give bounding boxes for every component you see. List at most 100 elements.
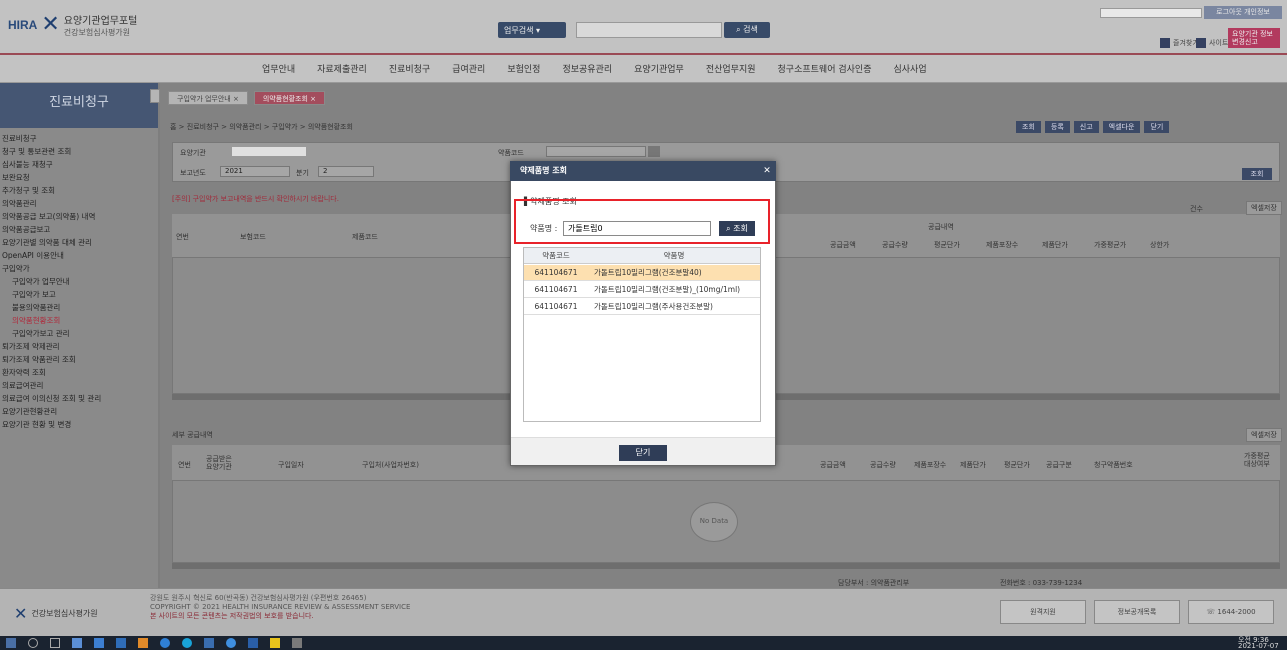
sidebar-item[interactable]: 진료비청구 — [0, 132, 158, 145]
user-info-field — [1100, 8, 1202, 18]
tab-drug-status[interactable]: 의약품현황조회 × — [253, 91, 326, 105]
favorites-link[interactable]: 즐겨찾기 — [1160, 36, 1199, 49]
sidebar-item[interactable]: 청구 및 통보관련 조회 — [0, 145, 158, 158]
app-icon[interactable] — [292, 638, 302, 648]
sidebar-subitem[interactable]: 구입약가 업무안내 — [0, 275, 158, 288]
browser-icon[interactable] — [182, 638, 192, 648]
nav-item[interactable]: 업무안내 — [262, 62, 295, 75]
search-icon[interactable] — [28, 638, 38, 648]
modal-close-button[interactable]: 닫기 — [619, 445, 667, 461]
table-row[interactable]: 641104671 가돌트립10밀리그램(주사용건조분말) — [524, 299, 760, 315]
logout-link[interactable]: 로그아웃 개인정보 — [1204, 6, 1282, 19]
app-icon[interactable] — [72, 638, 82, 648]
table-row[interactable]: 641104671 가돌트립10밀리그램(건조분말)_(10mg/1ml) — [524, 282, 760, 298]
close-page-button[interactable]: 닫기 — [1144, 121, 1170, 133]
tab-purchase-guide[interactable]: 구입약가 업무안내 × — [168, 91, 248, 105]
search-category-select[interactable]: 업무검색 ▾ — [498, 22, 566, 38]
grid-header: 제품포장수 — [914, 461, 947, 469]
institution-field[interactable] — [232, 147, 306, 156]
footer-copyright: COPYRIGHT © 2021 HEALTH INSURANCE REVIEW… — [150, 603, 411, 611]
nav-item[interactable]: 요양기관업무 — [634, 62, 684, 75]
remote-support-button[interactable]: 원격지원 — [1000, 600, 1086, 624]
grid-header: 구입일자 — [278, 461, 304, 469]
column-header: 약품명 — [663, 251, 685, 260]
year-select[interactable]: 2021 — [220, 166, 290, 177]
sidebar-item[interactable]: 요양기관현황관리 — [0, 405, 158, 418]
callcenter-number: ☏ 1644-2000 — [1188, 600, 1274, 624]
app-icon[interactable] — [138, 638, 148, 648]
table-row[interactable]: 641104671 가돌트립10밀리그램(건조분말40) — [524, 265, 760, 281]
drug-name-input[interactable] — [563, 221, 711, 236]
sidebar-subitem[interactable]: 구입약가보고 관리 — [0, 327, 158, 340]
grid-header: 공급구분 — [1046, 461, 1072, 469]
quarter-select[interactable]: 2 — [318, 166, 374, 177]
report-button[interactable]: 신고 — [1073, 121, 1099, 133]
grid-header: 가중평균 대상여부 — [1244, 452, 1270, 468]
nav-item[interactable]: 정보공유관리 — [562, 62, 612, 75]
modal-search-button[interactable]: ⌕ 조회 — [719, 221, 755, 236]
nav-item[interactable]: 보험인정 — [507, 62, 540, 75]
sidebar-item[interactable]: 심사불능 재청구 — [0, 158, 158, 171]
query-button[interactable]: 조회 — [1016, 121, 1041, 133]
grid-header: 제품포장수 — [986, 241, 1019, 249]
filter-label: 요양기관 — [180, 149, 206, 157]
nav-item[interactable]: 전산업무지원 — [706, 62, 756, 75]
sidebar-item[interactable]: 의료급여 이의신청 조회 및 관리 — [0, 392, 158, 405]
filter-label: 보고년도 — [180, 169, 206, 177]
excel-export-button[interactable]: 엑셀저장 — [1246, 428, 1282, 442]
nav-item[interactable]: 청구소프트웨어 검사인증 — [778, 62, 872, 75]
nav-item[interactable]: 진료비청구 — [389, 62, 430, 75]
sidebar-subitem[interactable]: 불용의약품관리 — [0, 301, 158, 314]
edge-browser-icon[interactable] — [160, 638, 170, 648]
drug-result-header: 약품코드 약품명 — [524, 248, 760, 264]
drug-code-field[interactable] — [546, 146, 646, 157]
search-input[interactable] — [576, 22, 722, 38]
sidebar-item[interactable]: 의약품공급 보고(의약품) 내역 — [0, 210, 158, 223]
grid-header: 보험코드 — [240, 233, 266, 241]
sidebar-subitem[interactable]: 구입약가 보고 — [0, 288, 158, 301]
sidebar-item[interactable]: 퇴가조제 약품관리 조회 — [0, 353, 158, 366]
search-button[interactable]: ⌕ 검색 — [724, 22, 770, 38]
grid-header: 공급받은 요양기관 — [206, 455, 232, 471]
info-list-button[interactable]: 정보공개목록 — [1094, 600, 1180, 624]
section-title: 세부 공급내역 — [172, 431, 213, 439]
info-change-badge[interactable]: 요양기관 정보변경신고 — [1228, 28, 1280, 48]
app-icon[interactable] — [248, 638, 258, 648]
excel-button[interactable]: 엑셀다운 — [1102, 121, 1141, 133]
filter-search-button[interactable]: 조회 — [1242, 168, 1272, 180]
grid-header: 제품코드 — [352, 233, 378, 241]
search-icon[interactable] — [648, 146, 660, 157]
windows-start-icon[interactable] — [6, 638, 16, 648]
app-icon[interactable] — [116, 638, 126, 648]
grid-header: 상한가 — [1150, 241, 1170, 249]
nav-item[interactable]: 급여관리 — [452, 62, 485, 75]
excel-export-button[interactable]: 엑셀저장 — [1246, 201, 1282, 215]
logo-brand: HIRA — [8, 18, 38, 32]
sidebar-collapse-handle[interactable] — [150, 89, 160, 103]
nav-item[interactable]: 자료제출관리 — [317, 62, 367, 75]
app-icon[interactable] — [94, 638, 104, 648]
app-icon[interactable] — [226, 638, 236, 648]
sidebar-item[interactable]: 추가청구 및 조회 — [0, 184, 158, 197]
kakaotalk-icon[interactable] — [270, 638, 280, 648]
sidebar-item[interactable]: 의료급여관리 — [0, 379, 158, 392]
sidebar-subitem-active[interactable]: 의약품현황조회 — [0, 314, 158, 327]
sidebar-item[interactable]: 환자약력 조회 — [0, 366, 158, 379]
horizontal-scrollbar[interactable] — [172, 563, 1280, 569]
app-icon[interactable] — [204, 638, 214, 648]
sidebar-item[interactable]: 퇴가조제 약제관리 — [0, 340, 158, 353]
sidebar-item[interactable]: 요양기관별 의약품 대체 관리 — [0, 236, 158, 249]
sidebar-item[interactable]: 요양기관 현황 및 변경 — [0, 418, 158, 431]
close-icon[interactable]: ✕ — [760, 163, 774, 179]
sidebar-item[interactable]: 구입약가 — [0, 262, 158, 275]
sidebar-item[interactable]: OpenAPI 이용안내 — [0, 249, 158, 262]
site-logo[interactable]: HIRA ✕ 요양기관업무포털 건강보험심사평가원 — [8, 10, 137, 40]
sidebar-item[interactable]: 보완요청 — [0, 171, 158, 184]
task-view-icon[interactable] — [50, 638, 60, 648]
grid-header: 연번 — [178, 461, 191, 469]
sidebar-item[interactable]: 의약품관리 — [0, 197, 158, 210]
grid-header: 제품단가 — [1042, 241, 1068, 249]
sidebar-item[interactable]: 의약품공급보고 — [0, 223, 158, 236]
nav-item[interactable]: 심사사업 — [893, 62, 926, 75]
register-button[interactable]: 등록 — [1044, 121, 1070, 133]
